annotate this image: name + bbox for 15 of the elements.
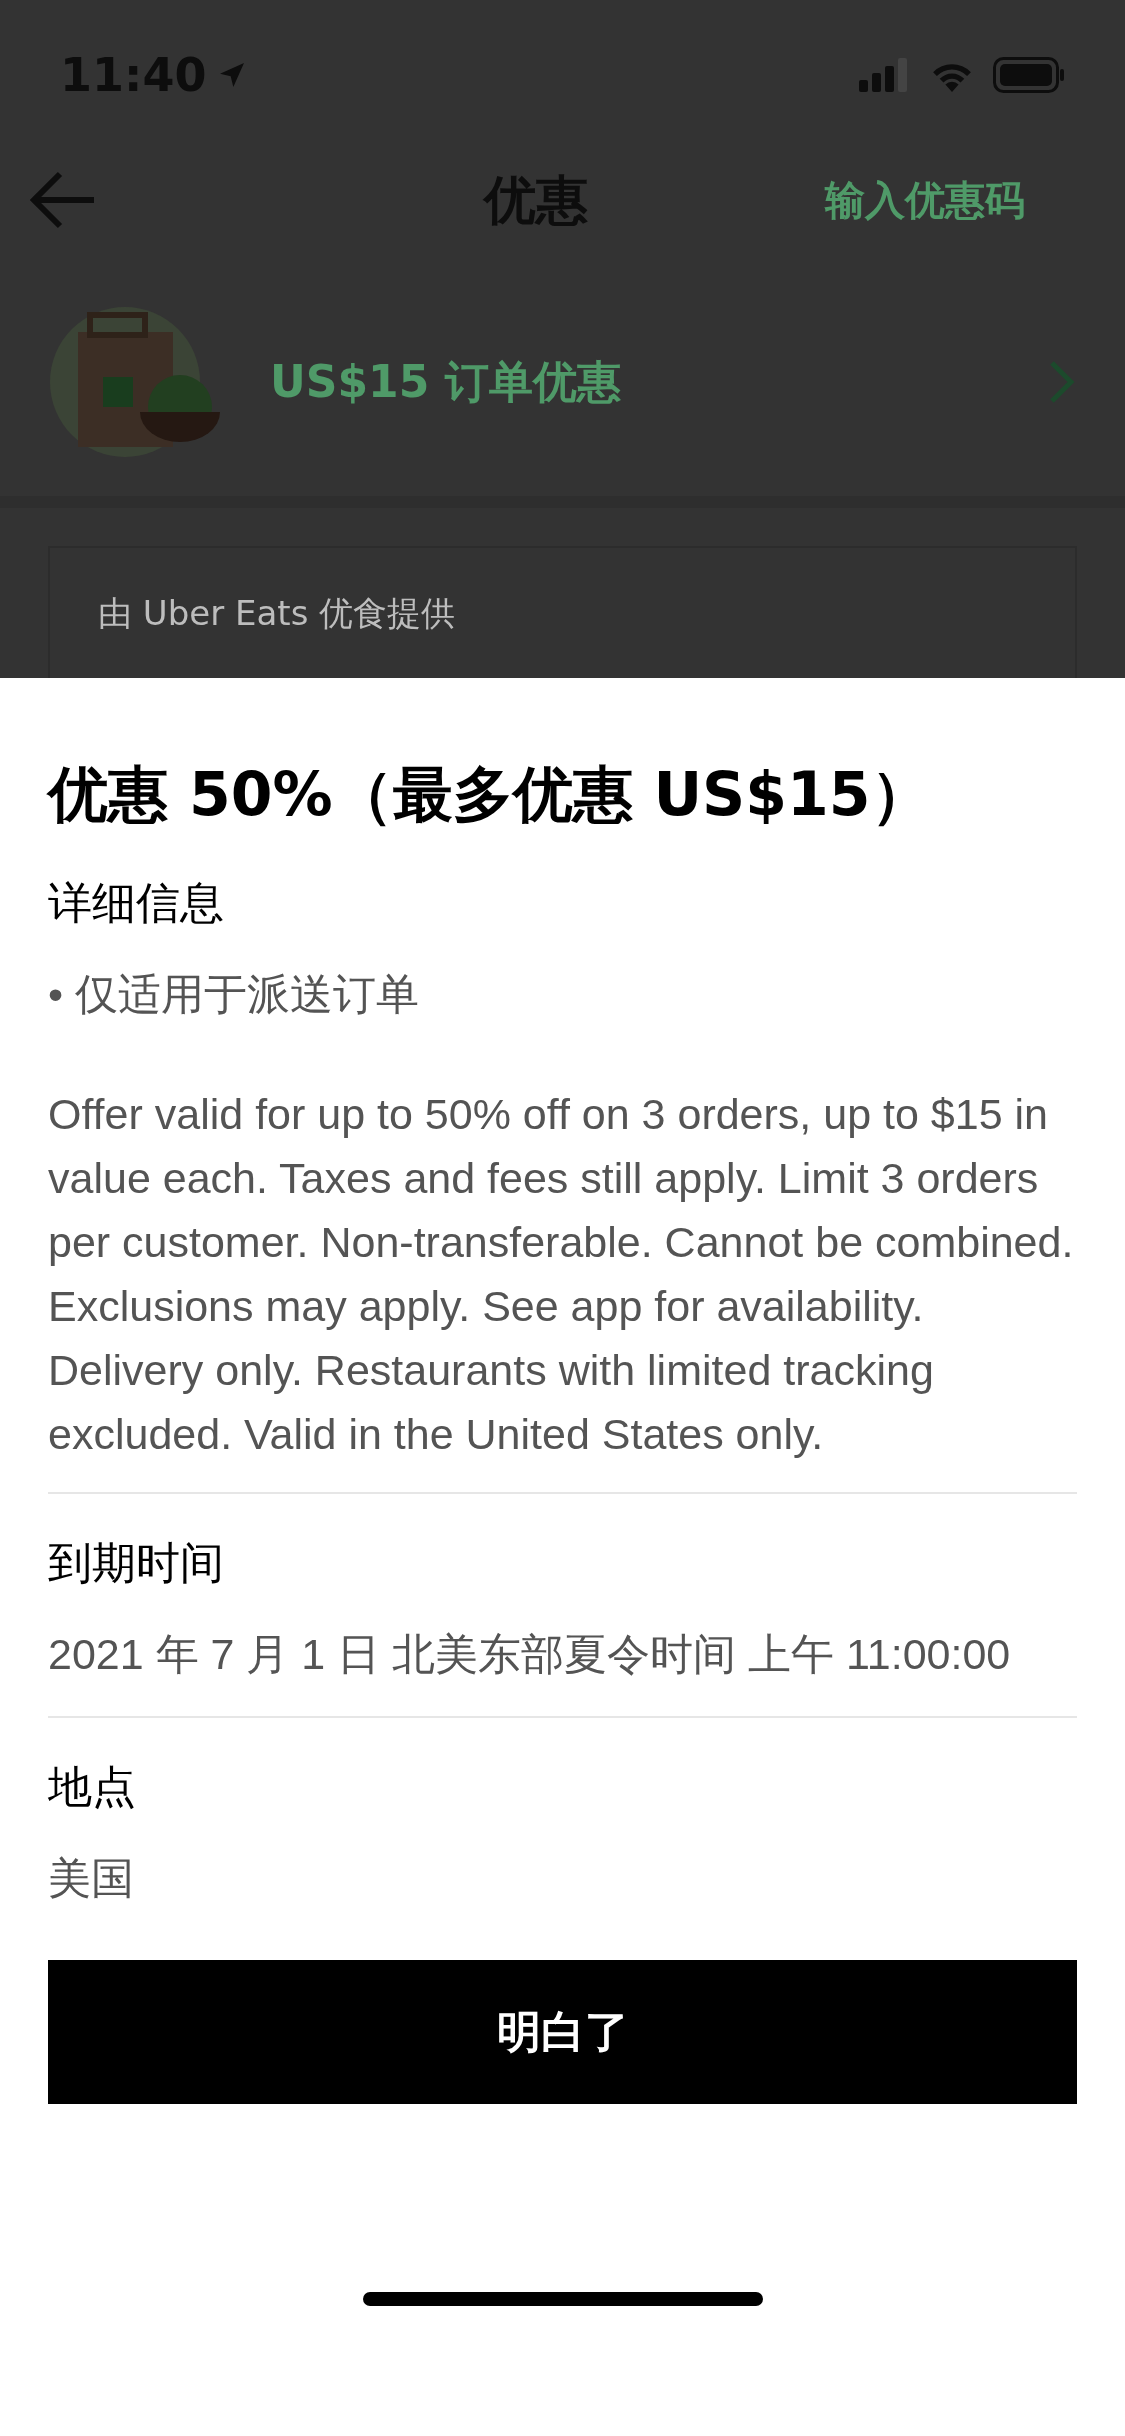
section-text: Offer valid for up to 50% off on 3 orders, up to $15 in value each. Taxes and fees still apply. Limit 3 orders per customer. Non-transferable. Cannot be combined. Exclusions may apply. See app for availability. Delivery only. Restaurants with limited tracking excluded. Valid in the United States only. <box>48 1089 1075 1460</box>
section-heading: 地点 <box>48 1760 137 1814</box>
section-heading: 到期时间 <box>48 1536 225 1590</box>
got-it-button[interactable]: 明白了 <box>48 1960 1077 2104</box>
section-text: 美国 <box>48 1853 135 1904</box>
provider-text: 由 Uber Eats 优食提供 <box>98 593 456 633</box>
section-heading: 详细信息 <box>48 876 225 930</box>
sheet-title: 优惠 50%（最多优惠 US$15） <box>48 758 932 830</box>
section-text: 2021 年 7 月 1 日 北美东部夏令时间 上午 11:00:00 <box>48 1629 1012 1680</box>
back-arrow-icon[interactable] <box>30 170 96 230</box>
order-discount-label[interactable]: US$15 订单优惠 <box>270 349 999 415</box>
battery-icon <box>993 57 1065 93</box>
section-text: • 仅适用于派送订单 <box>48 969 420 1020</box>
enter-promo-code-link[interactable]: 输入优惠码 <box>825 170 1025 230</box>
bag-and-bowl-icon <box>50 307 220 457</box>
